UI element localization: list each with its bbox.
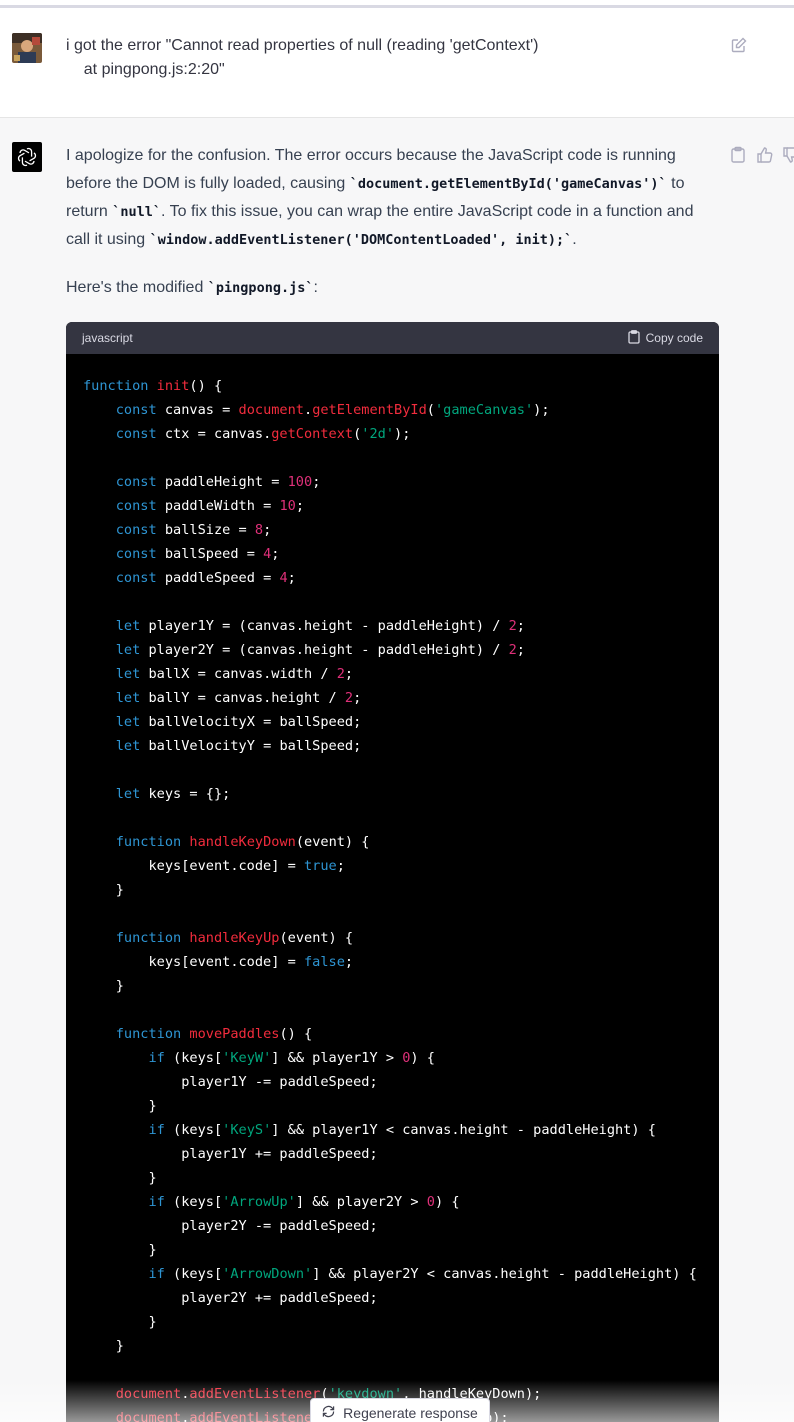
- inline-code: `document.getElementById('gameCanvas')`: [349, 176, 667, 192]
- message-actions: [730, 146, 794, 164]
- edit-icon[interactable]: [731, 37, 747, 53]
- openai-logo-icon: [12, 142, 42, 172]
- assistant-message: I apologize for the confusion. The error…: [0, 118, 794, 1422]
- inline-code: `pingpong.js`: [207, 280, 314, 296]
- code-block: javascript Copy code function init() { c…: [66, 322, 719, 1422]
- code-content: function init() { const canvas = documen…: [83, 378, 697, 1422]
- copy-code-button[interactable]: Copy code: [627, 329, 703, 347]
- user-message: i got the error "Cannot read properties …: [0, 8, 794, 118]
- thumbs-up-icon[interactable]: [756, 146, 774, 164]
- clipboard-icon: [627, 329, 640, 347]
- thumbs-down-icon[interactable]: [782, 146, 794, 164]
- code-language-label: javascript: [82, 331, 133, 345]
- assistant-paragraph-1: I apologize for the confusion. The error…: [66, 147, 694, 248]
- clipboard-icon[interactable]: [730, 146, 748, 164]
- code-block-header: javascript Copy code: [66, 322, 719, 354]
- inline-code: `null`: [112, 204, 162, 220]
- regenerate-response-button[interactable]: Regenerate response: [310, 1398, 490, 1422]
- inline-code: `window.addEventListener('DOMContentLoad…: [149, 232, 573, 248]
- assistant-paragraph-2: Here's the modified `pingpong.js`:: [66, 279, 318, 296]
- user-message-text: i got the error "Cannot read properties …: [66, 37, 539, 78]
- copy-code-label: Copy code: [645, 331, 703, 345]
- user-avatar: [12, 33, 42, 63]
- regenerate-label: Regenerate response: [343, 1405, 478, 1421]
- refresh-icon: [322, 1405, 335, 1421]
